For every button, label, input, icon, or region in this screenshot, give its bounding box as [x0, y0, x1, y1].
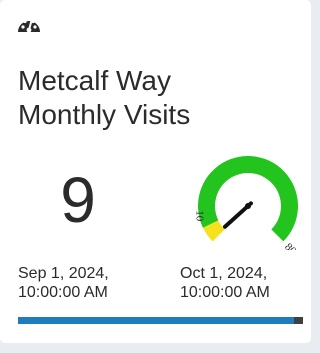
gauge-hub [245, 203, 251, 209]
end-date-line2: 10:00:00 AM [180, 284, 270, 301]
time-progress-bar [18, 317, 303, 324]
gauge-icon [18, 19, 40, 33]
gauge-min-label: 10 [193, 210, 205, 222]
widget-title-line1: Metcalf Way [18, 65, 171, 96]
start-date: Sep 1, 2024, 10:00:00 AM [18, 264, 109, 302]
visits-widget-card: Metcalf Way Monthly Visits 9 10 80 Sep 1… [0, 0, 311, 343]
start-date-line2: 10:00:00 AM [18, 284, 108, 301]
gauge-max-label: 80 [282, 241, 299, 250]
current-value: 9 [60, 164, 96, 236]
end-date-line1: Oct 1, 2024, [180, 265, 268, 282]
start-date-line1: Sep 1, 2024, [18, 265, 109, 282]
visits-gauge: 10 80 [193, 156, 299, 250]
end-date: Oct 1, 2024, 10:00:00 AM [180, 264, 270, 302]
time-progress-fill [18, 317, 295, 324]
widget-title: Metcalf Way Monthly Visits [18, 64, 298, 132]
widget-title-line2: Monthly Visits [18, 99, 191, 130]
